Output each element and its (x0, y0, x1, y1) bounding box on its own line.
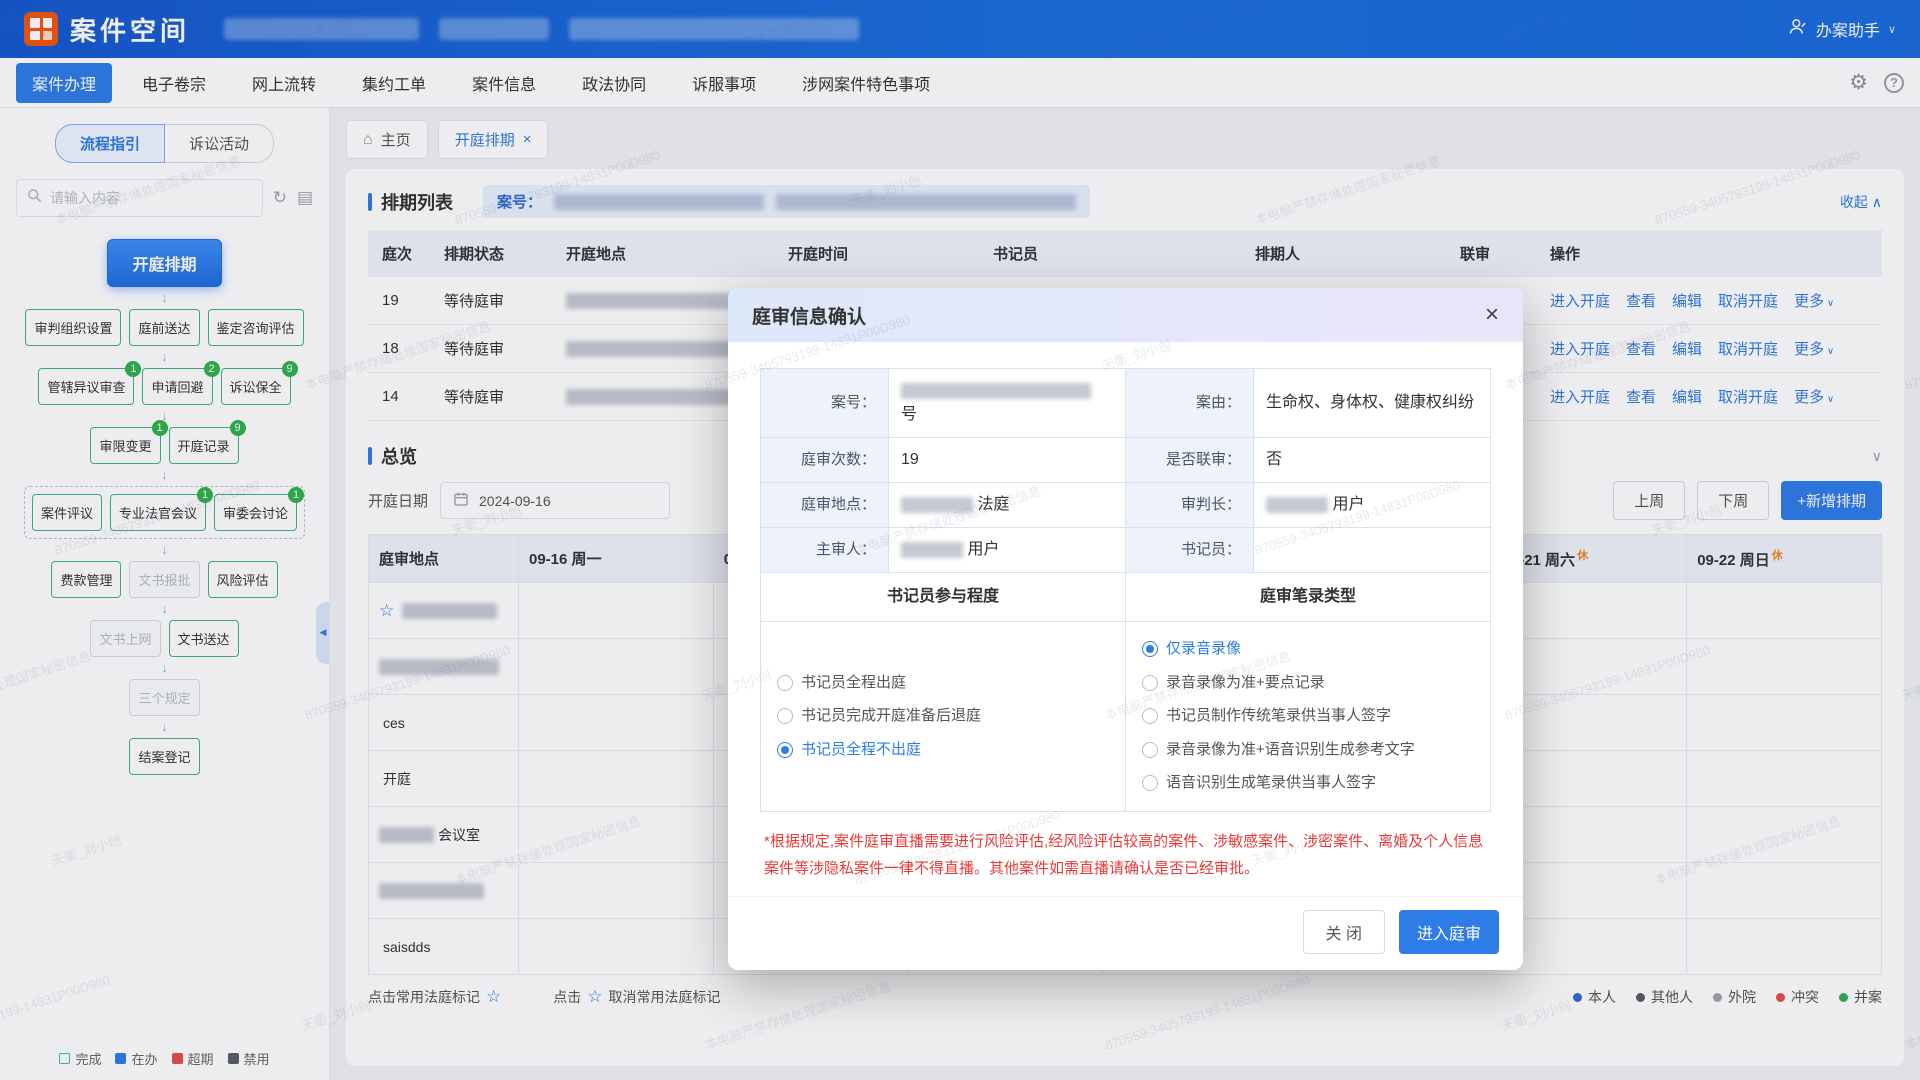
close-icon[interactable]: × (1485, 303, 1499, 327)
radio-icon (1142, 641, 1158, 657)
participation-options: 书记员全程出庭书记员完成开庭准备后退庭书记员全程不出庭 (777, 672, 1109, 762)
dialog-footer: 关 闭 进入庭审 (728, 896, 1523, 970)
radio-label: 仅录音录像 (1166, 638, 1241, 661)
redacted-text (901, 383, 1091, 399)
clerk-label: 书记员： (1126, 528, 1254, 573)
radio-icon (777, 675, 793, 691)
hearing-info-table: 案号： 号 案由： 生命权、身体权、健康权纠纷 庭审次数： 19 是否联审： 否… (760, 368, 1491, 812)
cause-value: 生命权、身体权、健康权纠纷 (1254, 369, 1491, 438)
record-type-options-cell: 仅录音录像录音录像为准+要点记录书记员制作传统笔录供当事人签字录音录像为准+语音… (1126, 622, 1491, 812)
record-type-option-4[interactable]: 录音录像为准+语音识别生成参考文字 (1142, 739, 1474, 762)
chief-judge-label: 审判长： (1126, 483, 1254, 528)
record-type-option-5[interactable]: 语音识别生成笔录供当事人签字 (1142, 772, 1474, 795)
radio-icon (1142, 675, 1158, 691)
hearing-confirm-dialog: 庭审信息确认 × 案号： 号 案由： 生命权、身体权、健康权纠纷 庭审次数： 1… (728, 288, 1523, 970)
radio-label: 书记员完成开庭准备后退庭 (801, 705, 981, 728)
participation-option-2[interactable]: 书记员完成开庭准备后退庭 (777, 705, 1109, 728)
radio-label: 录音录像为准+要点记录 (1166, 672, 1325, 695)
cause-label: 案由： (1126, 369, 1254, 438)
enter-hearing-button[interactable]: 进入庭审 (1399, 910, 1499, 954)
hearing-place-value: 法庭 (889, 483, 1126, 528)
joint-hearing-value: 否 (1254, 438, 1491, 483)
redacted-text (901, 497, 973, 513)
participation-section-title: 书记员参与程度 (761, 573, 1126, 622)
record-type-section-title: 庭审笔录类型 (1126, 573, 1491, 622)
radio-label: 书记员制作传统笔录供当事人签字 (1166, 705, 1391, 728)
radio-label: 录音录像为准+语音识别生成参考文字 (1166, 739, 1415, 762)
participation-option-1[interactable]: 书记员全程出庭 (777, 672, 1109, 695)
record-type-option-3[interactable]: 书记员制作传统笔录供当事人签字 (1142, 705, 1474, 728)
presiding-judge-value: 用户 (889, 528, 1126, 573)
hearing-place-label: 庭审地点： (761, 483, 889, 528)
dialog-body: 案号： 号 案由： 生命权、身体权、健康权纠纷 庭审次数： 19 是否联审： 否… (728, 342, 1523, 882)
participation-option-3[interactable]: 书记员全程不出庭 (777, 739, 1109, 762)
redacted-text (1266, 497, 1328, 513)
presiding-judge-label: 主审人： (761, 528, 889, 573)
session-count-label: 庭审次数： (761, 438, 889, 483)
radio-icon (1142, 775, 1158, 791)
participation-options-cell: 书记员全程出庭书记员完成开庭准备后退庭书记员全程不出庭 (761, 622, 1126, 812)
chief-judge-value: 用户 (1254, 483, 1491, 528)
radio-label: 书记员全程不出庭 (801, 739, 921, 762)
clerk-value (1254, 528, 1491, 573)
radio-label: 书记员全程出庭 (801, 672, 906, 695)
case-no-value: 号 (889, 369, 1126, 438)
case-no-label: 案号： (761, 369, 889, 438)
joint-hearing-label: 是否联审： (1126, 438, 1254, 483)
close-button[interactable]: 关 闭 (1303, 910, 1385, 954)
live-broadcast-warning: *根据规定,案件庭审直播需要进行风险评估,经风险评估较高的案件、涉敏感案件、涉密… (764, 828, 1487, 882)
radio-icon (777, 742, 793, 758)
dialog-header: 庭审信息确认 × (728, 288, 1523, 342)
redacted-text (901, 542, 963, 558)
session-count-value: 19 (889, 438, 1126, 483)
dialog-title: 庭审信息确认 (752, 302, 866, 329)
record-type-option-1[interactable]: 仅录音录像 (1142, 638, 1474, 661)
record-type-options: 仅录音录像录音录像为准+要点记录书记员制作传统笔录供当事人签字录音录像为准+语音… (1142, 638, 1474, 795)
radio-icon (1142, 708, 1158, 724)
record-type-option-2[interactable]: 录音录像为准+要点记录 (1142, 672, 1474, 695)
radio-icon (1142, 742, 1158, 758)
radio-icon (777, 708, 793, 724)
radio-label: 语音识别生成笔录供当事人签字 (1166, 772, 1376, 795)
